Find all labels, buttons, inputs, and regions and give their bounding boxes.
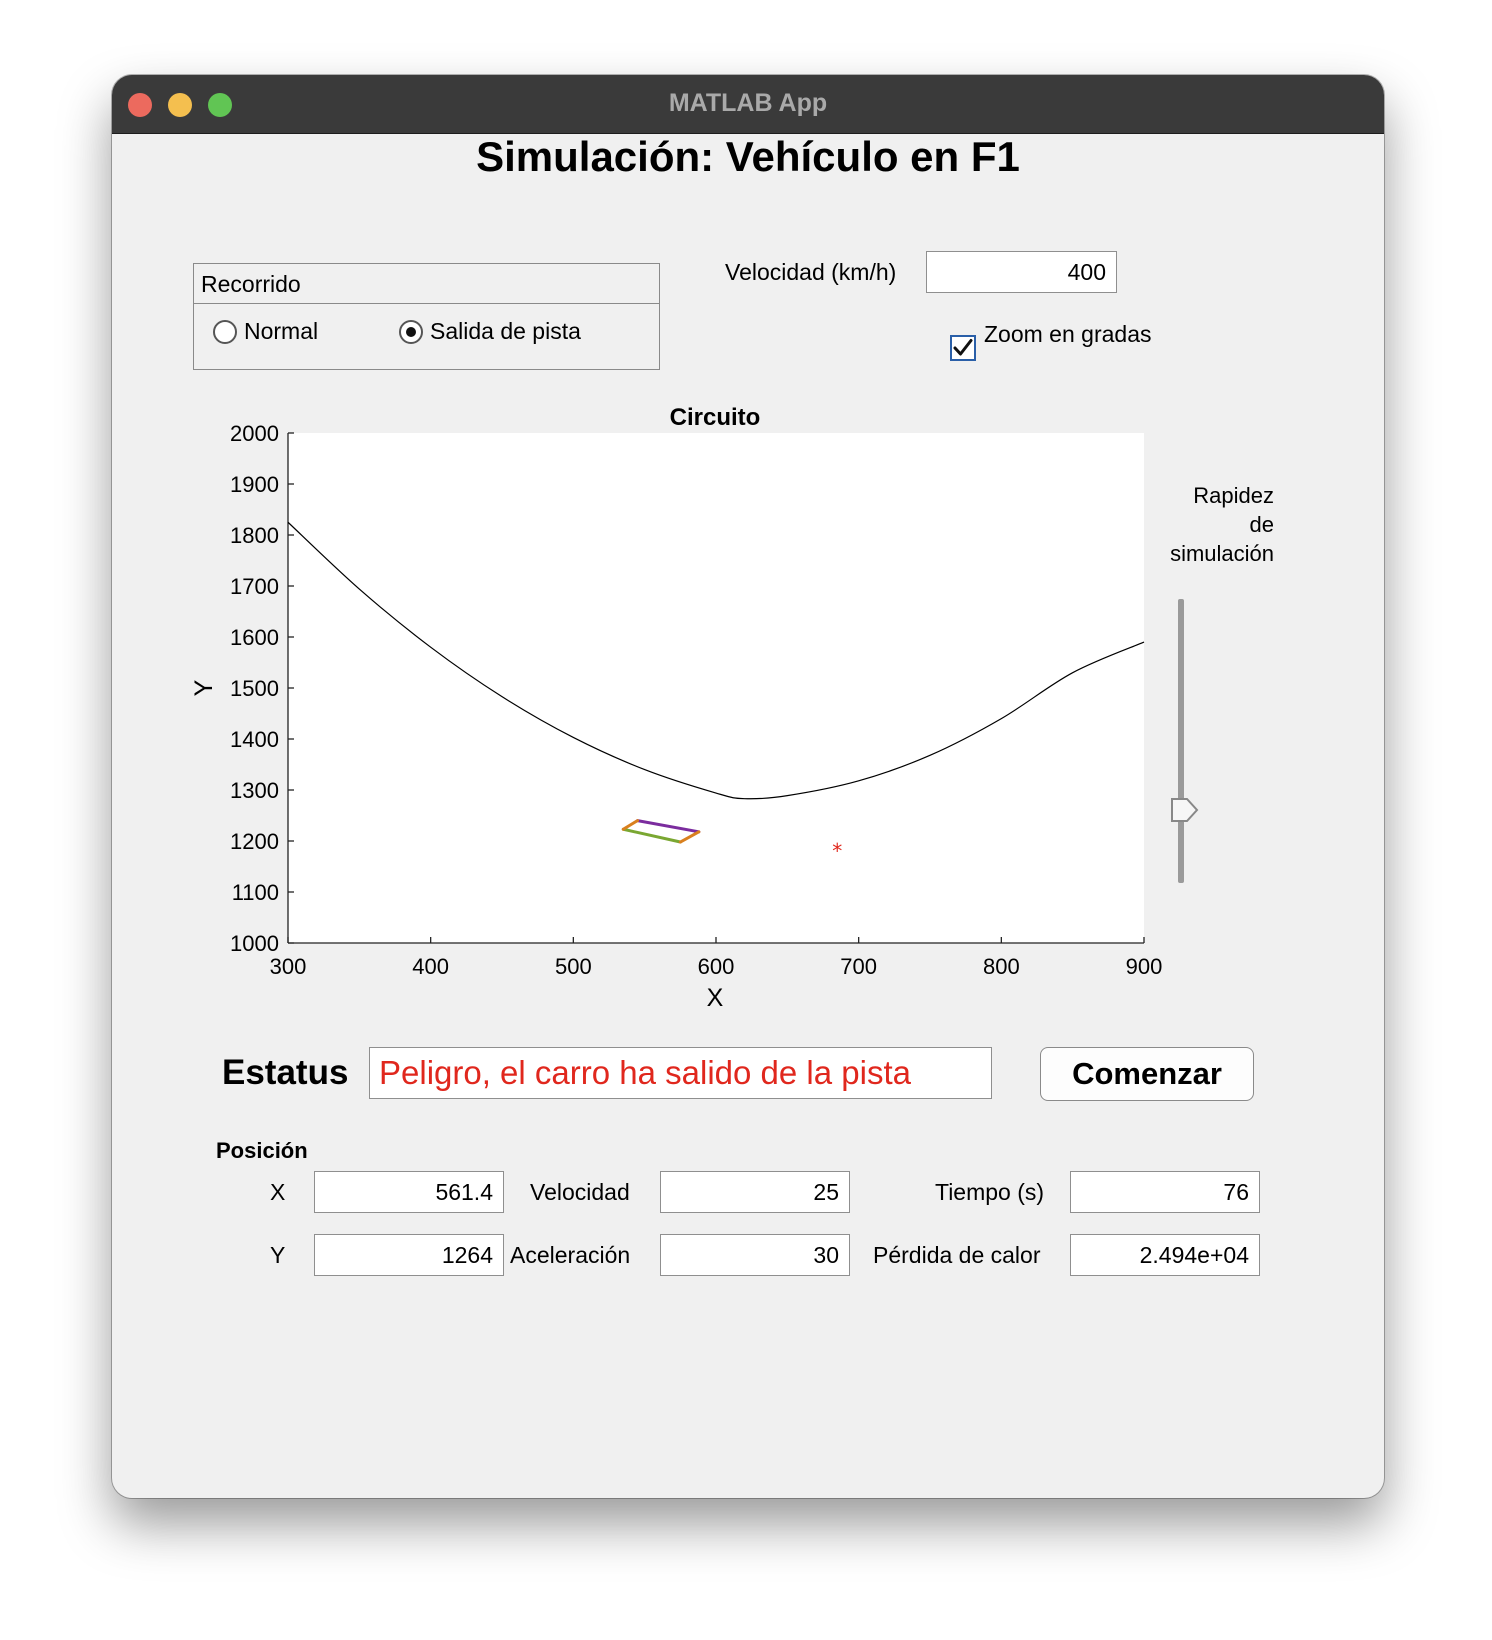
x-tick-label: 500 <box>555 954 592 979</box>
y-readout-label: Y <box>270 1242 286 1268</box>
start-button[interactable]: Comenzar <box>1040 1047 1254 1101</box>
heat-readout-label: Pérdida de calor <box>873 1242 1041 1268</box>
y-tick-label: 1800 <box>230 523 279 548</box>
plot-area <box>288 433 1144 943</box>
y-tick-label: 1600 <box>230 625 279 650</box>
heat-readout-field[interactable]: 2.494e+04 <box>1070 1234 1260 1276</box>
simulation-speed-slider[interactable] <box>1178 599 1184 883</box>
y-tick-label: 1500 <box>230 676 279 701</box>
slider-label-line-3: simulación <box>1170 541 1274 566</box>
x-readout-label: X <box>270 1179 286 1205</box>
x-tick-label: 300 <box>270 954 307 979</box>
slider-thumb[interactable] <box>1170 797 1200 823</box>
chart-title: Circuito <box>670 404 761 431</box>
y-ticks: 1000 1100 1200 1300 1400 1500 1600 1700 1800 1900… <box>230 421 294 956</box>
status-label: Estatus <box>222 1053 349 1092</box>
slider-label-line-1: Rapidez <box>1193 483 1274 508</box>
app-window: MATLAB App Simulación: Vehículo en F1 Re… <box>112 75 1384 1498</box>
x-tick-label: 900 <box>1126 954 1163 979</box>
y-tick-label: 2000 <box>230 421 279 446</box>
y-tick-label: 1900 <box>230 472 279 497</box>
accel-readout-field[interactable]: 30 <box>660 1234 850 1276</box>
x-tick-label: 700 <box>840 954 877 979</box>
y-readout-field[interactable]: 1264 <box>314 1234 504 1276</box>
time-readout-label: Tiempo (s) <box>935 1179 1045 1205</box>
x-readout-field[interactable]: 561.4 <box>314 1171 504 1213</box>
x-tick-label: 400 <box>412 954 449 979</box>
speed-readout-field[interactable]: 25 <box>660 1171 850 1213</box>
marker-point: * <box>832 839 842 863</box>
x-tick-label: 600 <box>698 954 735 979</box>
time-readout-field[interactable]: 76 <box>1070 1171 1260 1213</box>
y-tick-label: 1300 <box>230 778 279 803</box>
slider-label: Rapidez de simulación <box>1134 481 1274 568</box>
y-tick-label: 1200 <box>230 829 279 854</box>
x-tick-label: 800 <box>983 954 1020 979</box>
position-title: Posición <box>216 1138 308 1163</box>
y-tick-label: 1700 <box>230 574 279 599</box>
y-axis-label: Y <box>190 679 218 696</box>
status-field[interactable]: Peligro, el carro ha salido de la pista <box>369 1047 992 1099</box>
slider-label-line-2: de <box>1249 512 1274 537</box>
y-tick-label: 1400 <box>230 727 279 752</box>
x-axis-label: X <box>707 984 724 1012</box>
y-tick-label: 1000 <box>230 931 279 956</box>
accel-readout-label: Aceleración <box>510 1242 631 1268</box>
y-tick-label: 1100 <box>232 880 279 905</box>
speed-readout-label: Velocidad <box>530 1179 630 1205</box>
